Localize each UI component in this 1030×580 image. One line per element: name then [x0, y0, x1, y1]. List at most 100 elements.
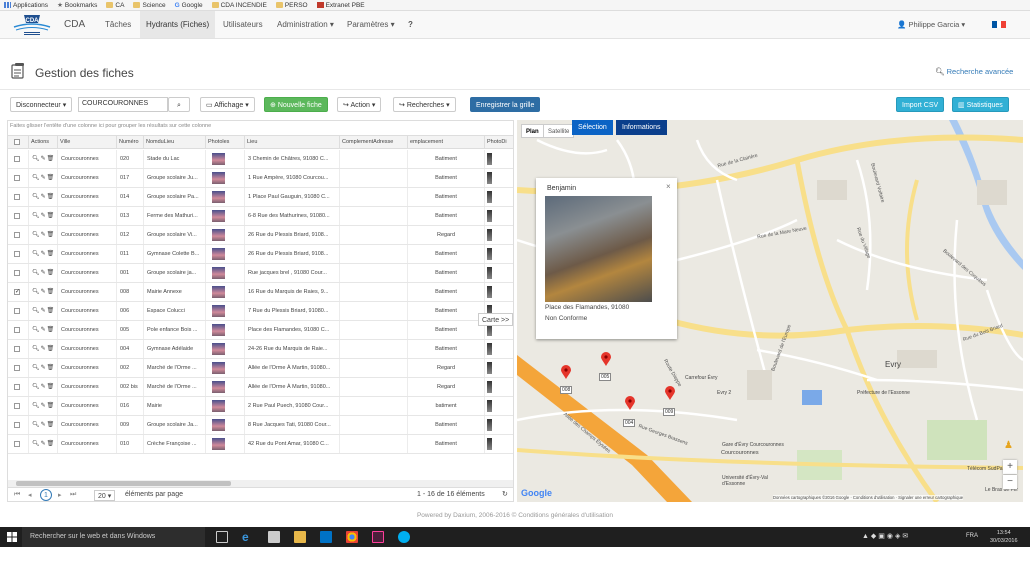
delete-icon[interactable]: 🗑︎	[47, 384, 55, 390]
view-icon[interactable]: 🔍︎	[32, 251, 40, 257]
row-select-cell[interactable]	[8, 416, 29, 434]
photo-thumbnail[interactable]	[487, 362, 492, 374]
taskbar-search[interactable]: Rechercher sur le web et dans Windows	[22, 527, 205, 547]
photo-thumbnail[interactable]	[487, 267, 492, 279]
view-icon[interactable]: 🔍︎	[32, 270, 40, 276]
row-checkbox[interactable]	[14, 156, 20, 162]
photo-thumbnail[interactable]	[487, 381, 492, 393]
searches-dropdown[interactable]: ↪ Recherches ▾	[393, 97, 456, 112]
row-select-cell[interactable]	[8, 359, 29, 377]
page-size-select[interactable]: 20 ▾	[94, 490, 116, 501]
photo-thumbnail[interactable]	[212, 153, 225, 165]
row-checkbox[interactable]	[14, 308, 20, 314]
photo-thumbnail[interactable]	[487, 229, 492, 241]
view-icon[interactable]: 🔍︎	[32, 346, 40, 352]
delete-icon[interactable]: 🗑︎	[47, 194, 55, 200]
row-checkbox[interactable]	[14, 327, 20, 333]
photo-thumbnail[interactable]	[212, 438, 225, 450]
column-header[interactable]: ComplementAdresse	[340, 136, 408, 149]
row-checkbox[interactable]	[14, 346, 20, 352]
column-header[interactable]: NomduLieu	[144, 136, 206, 149]
delete-icon[interactable]: 🗑︎	[47, 308, 55, 314]
edit-icon[interactable]: ✎	[41, 251, 46, 257]
table-row[interactable]: 🔍︎✎🗑︎ Courcouronnes 002 bis Marché de l'Orm…	[8, 378, 513, 397]
row-checkbox[interactable]	[14, 213, 20, 219]
advanced-search-link[interactable]: 🔍︎ Recherche avancée	[935, 67, 1013, 76]
row-select-cell[interactable]	[8, 378, 29, 396]
map-pin-icon[interactable]	[665, 386, 675, 400]
delete-icon[interactable]: 🗑︎	[47, 175, 55, 181]
edit-icon[interactable]: ✎	[41, 232, 46, 238]
select-all-checkbox[interactable]	[8, 136, 29, 149]
delete-icon[interactable]: 🗑︎	[47, 346, 55, 352]
row-select-cell[interactable]	[8, 188, 29, 206]
delete-icon[interactable]: 🗑︎	[47, 213, 55, 219]
row-checkbox[interactable]	[14, 270, 20, 276]
photo-thumbnail[interactable]	[212, 248, 225, 260]
column-header[interactable]: PhotoDi	[485, 136, 513, 149]
bookmark-bookmarks[interactable]: ★ Bookmarks	[57, 1, 97, 10]
row-select-cell[interactable]	[8, 264, 29, 282]
edit-icon[interactable]: ✎	[41, 422, 46, 428]
delete-icon[interactable]: 🗑︎	[47, 270, 55, 276]
edit-icon[interactable]: ✎	[41, 156, 46, 162]
row-select-cell[interactable]	[8, 321, 29, 339]
last-page-icon[interactable]: ⏭	[70, 491, 76, 499]
view-icon[interactable]: 🔍︎	[32, 365, 40, 371]
table-row[interactable]: 🔍︎✎🗑︎ Courcouronnes 017 Groupe scolaire Ju.…	[8, 169, 513, 188]
photo-thumbnail[interactable]	[487, 286, 492, 298]
view-icon[interactable]: 🔍︎	[32, 194, 40, 200]
row-select-cell[interactable]	[8, 435, 29, 453]
row-checkbox[interactable]: ✓	[14, 289, 20, 295]
photo-thumbnail[interactable]	[212, 343, 225, 355]
table-row[interactable]: 🔍︎✎🗑︎ Courcouronnes 010 Crèche Françoise ..…	[8, 435, 513, 454]
row-checkbox[interactable]	[14, 422, 20, 428]
task-view-icon[interactable]	[216, 531, 228, 543]
map-pin-icon[interactable]	[601, 352, 611, 366]
nav-hydrants[interactable]: Hydrants (Fiches)	[140, 11, 216, 38]
edit-icon[interactable]: ✎	[41, 346, 46, 352]
photo-thumbnail[interactable]	[212, 400, 225, 412]
photo-thumbnail[interactable]	[487, 153, 492, 165]
bookmark-google[interactable]: G Google	[175, 2, 203, 9]
horizontal-scrollbar[interactable]	[8, 480, 513, 487]
edit-icon[interactable]: ✎	[41, 175, 46, 181]
row-checkbox[interactable]	[14, 384, 20, 390]
edit-icon[interactable]: ✎	[41, 403, 46, 409]
nav-parametres[interactable]: Paramètres ▾	[341, 11, 401, 38]
map-pin-icon[interactable]	[625, 396, 635, 410]
photo-thumbnail[interactable]	[212, 381, 225, 393]
row-select-cell[interactable]	[8, 207, 29, 225]
chrome-icon[interactable]	[346, 531, 358, 543]
view-icon[interactable]: 🔍︎	[32, 403, 40, 409]
display-dropdown[interactable]: ▭ Affichage ▾	[200, 97, 255, 112]
table-row[interactable]: 🔍︎✎🗑︎ Courcouronnes 005 Pole enfance Bois .…	[8, 321, 513, 340]
brand-name[interactable]: CDA	[64, 19, 85, 30]
photo-thumbnail[interactable]	[487, 343, 492, 355]
view-icon[interactable]: 🔍︎	[32, 308, 40, 314]
save-grid-button[interactable]: Enregistrer la grille	[470, 97, 541, 112]
photo-thumbnail[interactable]	[212, 229, 225, 241]
row-checkbox[interactable]	[14, 232, 20, 238]
nav-administration[interactable]: Administration ▾	[271, 11, 340, 38]
checkbox[interactable]	[14, 139, 20, 145]
view-icon[interactable]: 🔍︎	[32, 422, 40, 428]
edge-icon[interactable]: e	[242, 531, 254, 543]
windows-start-icon[interactable]	[7, 532, 17, 542]
photo-thumbnail[interactable]	[212, 419, 225, 431]
row-select-cell[interactable]	[8, 340, 29, 358]
view-icon[interactable]: 🔍︎	[32, 156, 40, 162]
language-indicator[interactable]: FRA	[966, 533, 978, 539]
store-icon[interactable]	[268, 531, 280, 543]
clock[interactable]: 13:54 30/03/2016	[990, 529, 1018, 545]
search-input[interactable]: COURCOURONNES	[78, 97, 168, 112]
photo-thumbnail[interactable]	[487, 191, 492, 203]
view-icon[interactable]: 🔍︎	[32, 384, 40, 390]
zoom-out-button[interactable]: −	[1003, 475, 1017, 489]
user-menu[interactable]: 👤 Philippe Garcia ▾	[897, 20, 965, 29]
column-header[interactable]: Numéro	[117, 136, 144, 149]
close-icon[interactable]: ×	[666, 182, 671, 191]
photo-thumbnail[interactable]	[487, 400, 492, 412]
photo-thumbnail[interactable]	[487, 438, 492, 450]
information-tab[interactable]: Informations	[616, 120, 667, 135]
